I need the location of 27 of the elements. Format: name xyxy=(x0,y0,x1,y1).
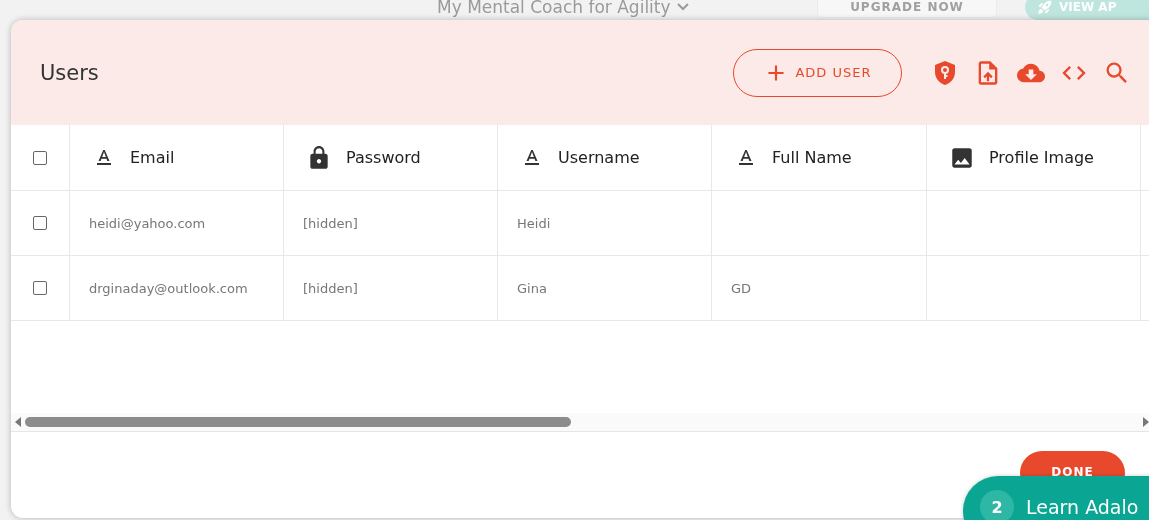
shield-key-icon xyxy=(934,59,956,86)
table-cell: heidi@yahoo.com xyxy=(89,215,206,231)
table-cell: GD xyxy=(731,280,752,296)
row-checkbox[interactable] xyxy=(33,216,47,230)
step-badge: 2 xyxy=(980,490,1014,520)
column-header[interactable]: Username xyxy=(558,148,640,167)
scroll-left-icon[interactable] xyxy=(15,417,21,427)
rocket-icon xyxy=(1037,0,1053,15)
column-header[interactable]: Full Name xyxy=(772,148,852,167)
app-name[interactable]: My Mental Coach for Agility xyxy=(437,0,817,17)
row-checkbox[interactable] xyxy=(33,281,47,295)
scrollbar-thumb[interactable] xyxy=(25,417,571,427)
select-all-checkbox[interactable] xyxy=(33,150,47,165)
column-header[interactable]: Email xyxy=(130,148,175,167)
column-header[interactable]: Password xyxy=(346,148,421,167)
learn-toast[interactable]: 2 Learn Adalo xyxy=(963,476,1149,520)
table-cell: [hidden] xyxy=(303,215,358,231)
upgrade-button[interactable]: UPGRADE NOW xyxy=(817,0,997,18)
scroll-right-icon[interactable] xyxy=(1143,417,1149,427)
learn-label: Learn Adalo xyxy=(1026,496,1139,518)
column-header[interactable]: Profile Image xyxy=(989,148,1094,167)
table-cell: [hidden] xyxy=(303,280,358,296)
dialog-title: Users xyxy=(40,60,100,85)
chevron-down-icon xyxy=(676,3,689,11)
table-cell: drginaday@outlook.com xyxy=(89,280,248,296)
table-cell: Gina xyxy=(517,280,547,296)
table-cell: Heidi xyxy=(517,215,551,231)
